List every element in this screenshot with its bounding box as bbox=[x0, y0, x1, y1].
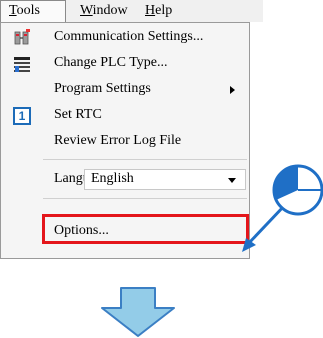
menu-item-communication-settings[interactable]: Communication Settings... bbox=[1, 25, 249, 51]
menu-window[interactable]: Window bbox=[80, 3, 128, 19]
submenu-arrow-icon bbox=[230, 86, 235, 94]
menu-item-review-error-log[interactable]: Review Error Log File bbox=[1, 129, 249, 155]
program-settings-label: Program Settings bbox=[54, 81, 151, 96]
menu-bar: Tools Window Help bbox=[0, 0, 263, 22]
menu-separator bbox=[43, 159, 247, 160]
change-plc-type-label: Change PLC Type... bbox=[54, 55, 168, 70]
pie-cursor-icon bbox=[242, 164, 323, 252]
language-select[interactable]: English bbox=[84, 169, 246, 190]
menu-item-language: Language English bbox=[1, 167, 249, 193]
menu-separator bbox=[43, 198, 247, 199]
set-rtc-label: Set RTC bbox=[54, 107, 102, 122]
menu-item-program-settings[interactable]: Program Settings bbox=[1, 77, 249, 103]
menu-item-set-rtc[interactable]: 1 Set RTC bbox=[1, 103, 249, 129]
menu-help[interactable]: Help bbox=[145, 3, 172, 19]
communication-settings-label: Communication Settings... bbox=[54, 29, 204, 44]
review-error-log-label: Review Error Log File bbox=[54, 133, 182, 148]
language-value: English bbox=[91, 171, 134, 186]
communication-icon bbox=[13, 29, 31, 47]
options-highlight-box bbox=[42, 214, 249, 244]
calendar-icon: 1 bbox=[13, 107, 31, 125]
down-arrow-icon bbox=[101, 287, 175, 337]
plc-type-icon bbox=[13, 55, 31, 73]
menu-tools-label[interactable]: Tools bbox=[9, 3, 40, 19]
menu-item-change-plc-type[interactable]: Change PLC Type... bbox=[1, 51, 249, 77]
chevron-down-icon[interactable] bbox=[228, 178, 236, 183]
